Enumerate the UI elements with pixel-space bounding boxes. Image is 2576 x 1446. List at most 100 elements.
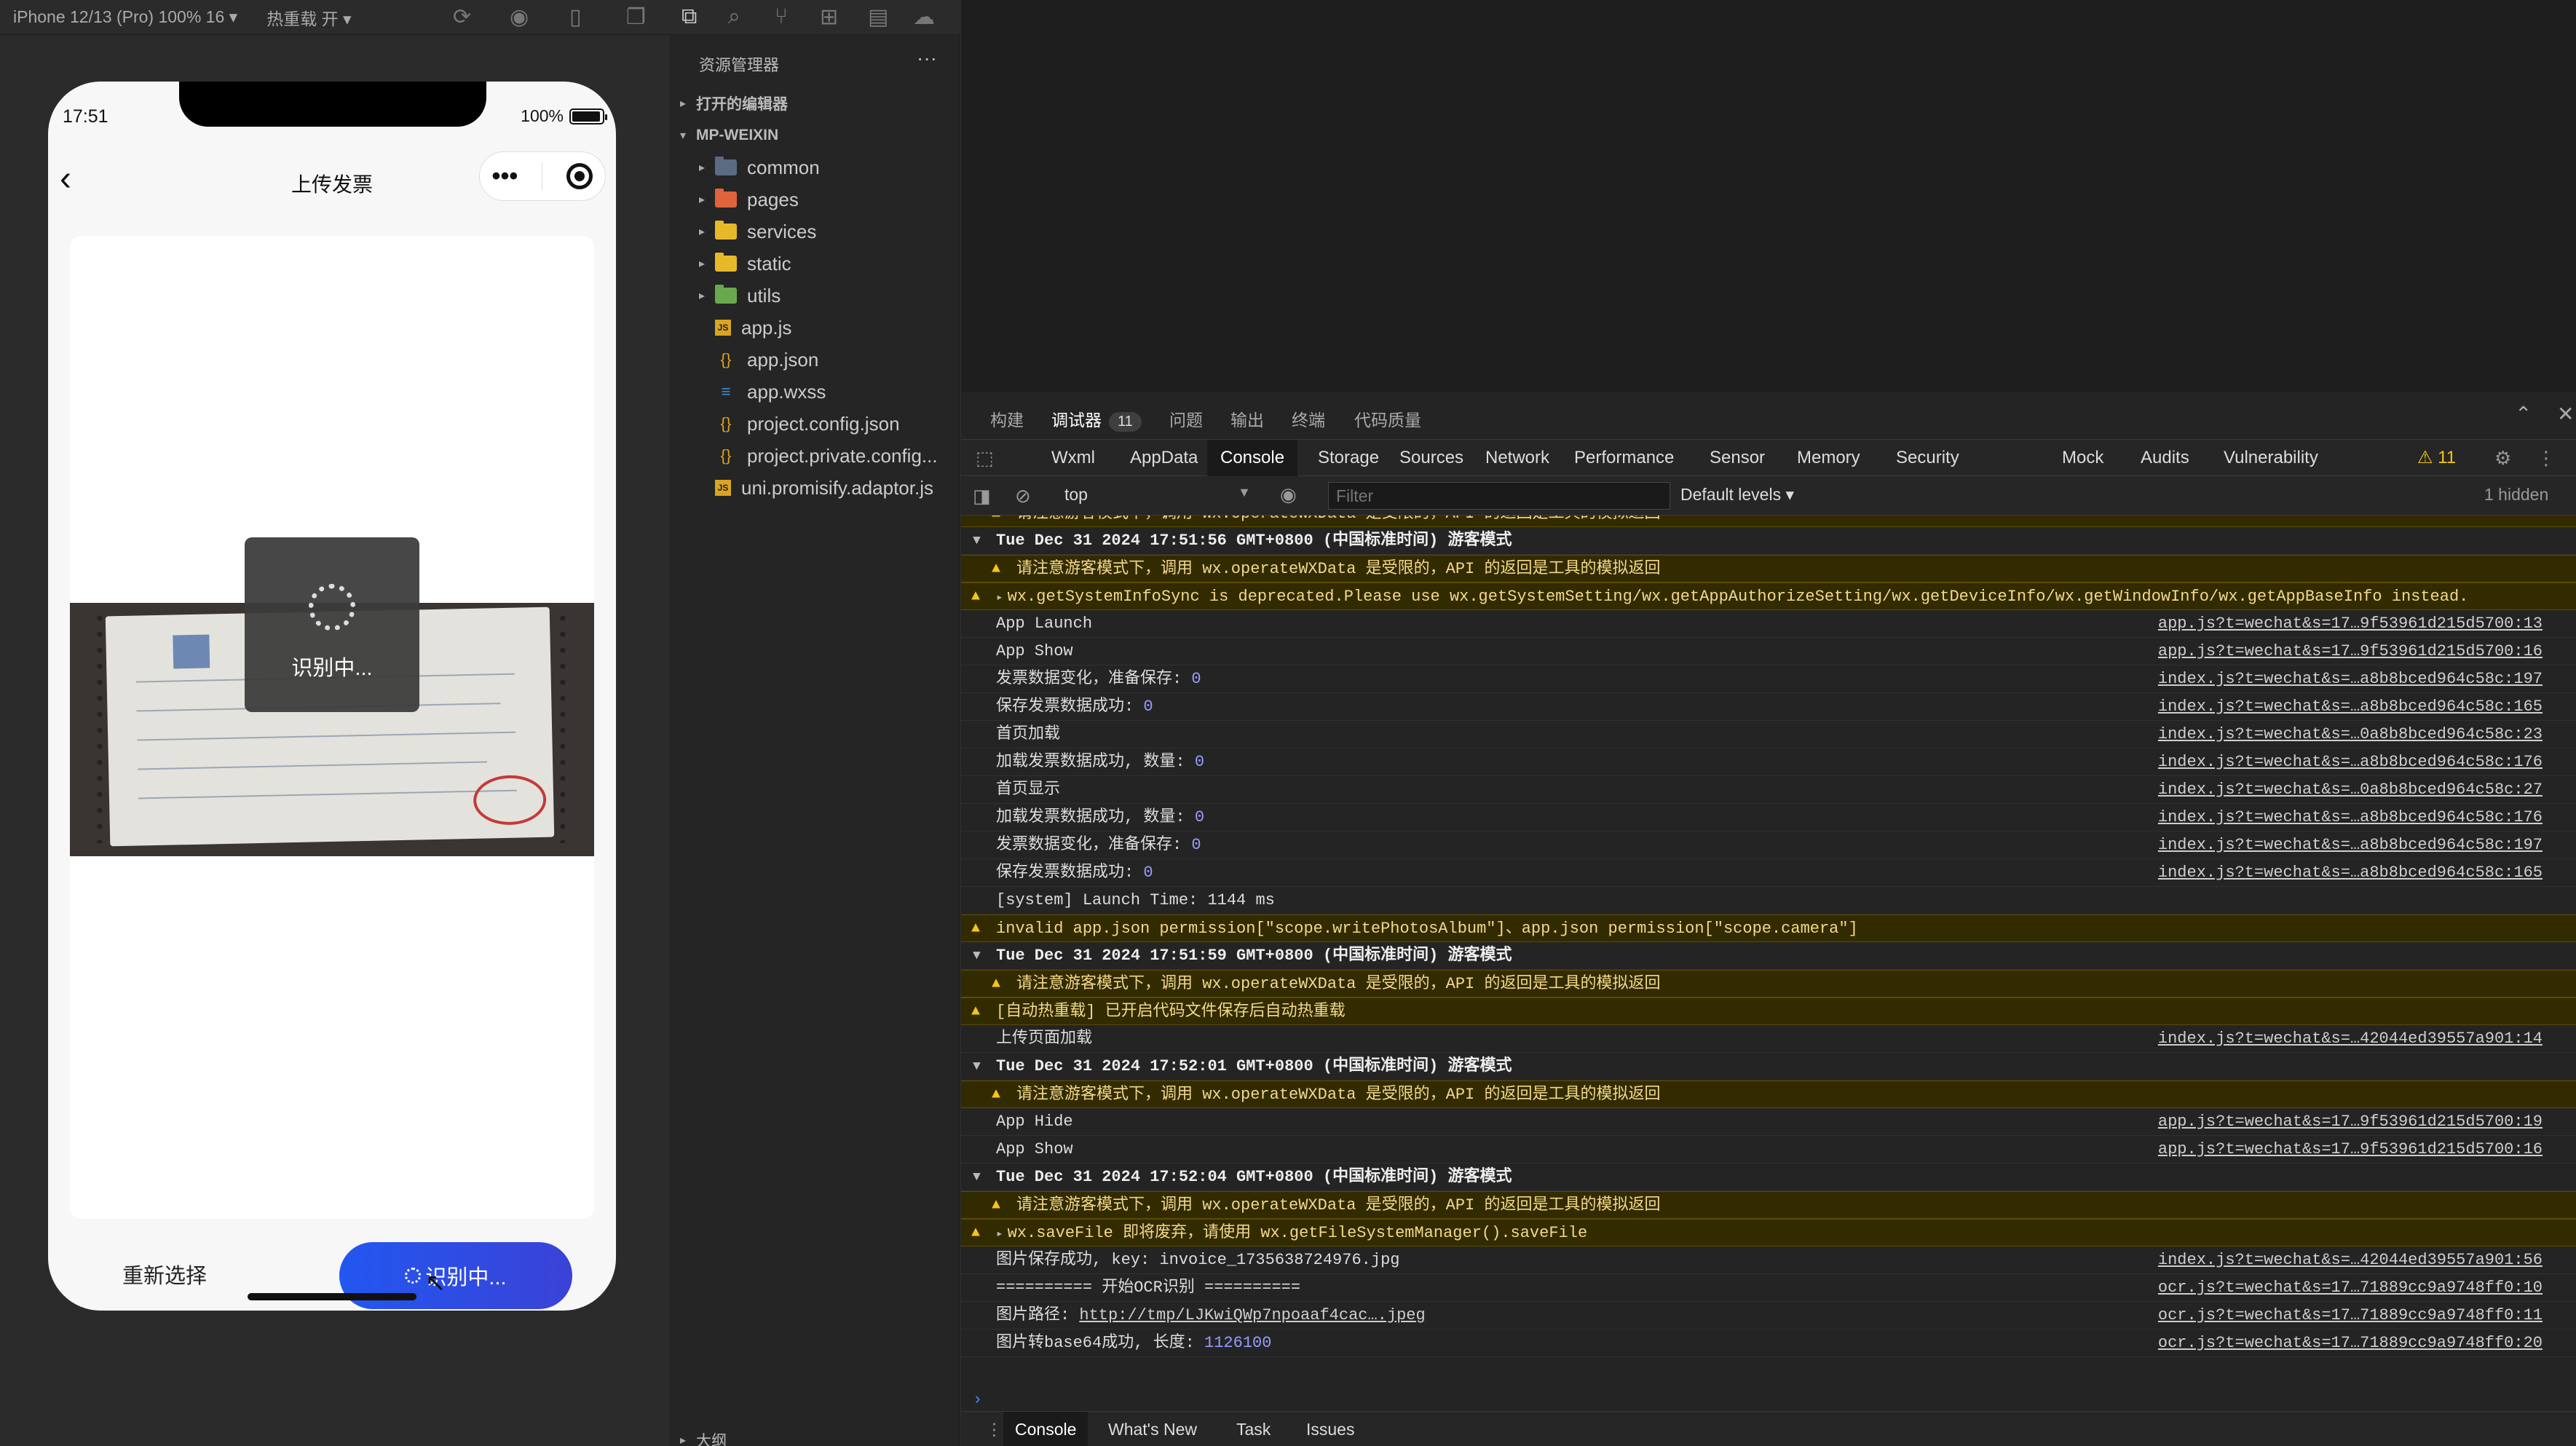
tab-build[interactable]: 构建 bbox=[990, 406, 1024, 431]
source-link[interactable]: index.js?t=wechat&s=…a8b8bced964c58c:165 bbox=[2158, 693, 2543, 721]
tab-audits[interactable]: Audits bbox=[2127, 440, 2202, 476]
record-icon[interactable]: ◉ bbox=[510, 4, 529, 30]
caret-down-icon[interactable]: ▼ bbox=[973, 527, 981, 555]
close-icon[interactable]: ✕ bbox=[2557, 402, 2574, 426]
console-group-header[interactable]: ▼ Tue Dec 31 2024 17:51:59 GMT+0800 (中国标准… bbox=[961, 942, 2576, 970]
tab-terminal[interactable]: 终端 bbox=[1292, 406, 1325, 431]
tab-console[interactable]: Console bbox=[1207, 440, 1298, 476]
tab-vulnerability[interactable]: Vulnerability bbox=[2210, 440, 2331, 476]
clear-console-icon[interactable]: ⊘ bbox=[1015, 485, 1031, 507]
folder-item[interactable]: ▸ pages bbox=[670, 183, 960, 216]
kebab-menu-icon[interactable]: ⋮ bbox=[2537, 447, 2556, 470]
file-item[interactable]: ≡ app.wxss bbox=[670, 376, 960, 408]
branch-icon[interactable]: ⑂ bbox=[775, 4, 788, 29]
tab-output[interactable]: 输出 bbox=[1230, 406, 1264, 431]
caret-down-icon[interactable]: ▼ bbox=[973, 942, 981, 970]
tab-security[interactable]: Security bbox=[1883, 440, 1972, 476]
console-warning[interactable]: ▲ ▸ wx.getSystemInfoSync is deprecated.Ple… bbox=[961, 582, 2576, 610]
source-link[interactable]: app.js?t=wechat&s=17…9f53961d215d5700:19 bbox=[2158, 1108, 2543, 1136]
layout-icon[interactable]: ▤ bbox=[868, 4, 888, 30]
console-message: 发票数据变化，准备保存: 0 bbox=[996, 665, 1201, 693]
file-item[interactable]: {} project.config.json bbox=[670, 408, 960, 440]
source-link[interactable]: index.js?t=wechat&s=…42044ed39557a901:56 bbox=[2158, 1247, 2543, 1274]
folder-item[interactable]: ▸ static bbox=[670, 248, 960, 280]
drawer-tab-task[interactable]: Task bbox=[1225, 1412, 1282, 1446]
tab-performance[interactable]: Performance bbox=[1561, 440, 1687, 476]
source-link[interactable]: app.js?t=wechat&s=17…9f53961d215d5700:13 bbox=[2158, 610, 2543, 638]
source-link[interactable]: app.js?t=wechat&s=17…9f53961d215d5700:16 bbox=[2158, 1136, 2543, 1163]
drawer-tab-whats-new[interactable]: What's New bbox=[1097, 1412, 1209, 1446]
caret-right-icon[interactable]: ▸ bbox=[996, 1228, 1003, 1241]
filter-input[interactable] bbox=[1328, 482, 1670, 510]
console-text: wx.getSystemInfoSync is deprecated.Pleas… bbox=[1007, 588, 2469, 606]
tab-wxml[interactable]: Wxml bbox=[1038, 440, 1108, 476]
project-section[interactable]: ▾ MP-WEIXIN bbox=[670, 119, 960, 151]
source-link[interactable]: index.js?t=wechat&s=…a8b8bced964c58c:197 bbox=[2158, 831, 2543, 859]
console-group-header[interactable]: ▼ Tue Dec 31 2024 17:52:01 GMT+0800 (中国标准… bbox=[961, 1053, 2576, 1080]
source-link[interactable]: index.js?t=wechat&s=…42044ed39557a901:14 bbox=[2158, 1025, 2543, 1053]
devtools-panel: 构建 调试器 11 问题 输出 终端 代码质量 ⌃ ✕ ⬚ Wxml AppDat… bbox=[961, 392, 2576, 1446]
outline-section[interactable]: ▸ 大纲 bbox=[670, 1424, 960, 1446]
tab-sources[interactable]: Sources bbox=[1386, 440, 1477, 476]
file-item[interactable]: {} project.private.config... bbox=[670, 440, 960, 472]
source-link[interactable]: index.js?t=wechat&s=…a8b8bced964c58c:176 bbox=[2158, 748, 2543, 776]
sidebar-toggle-icon[interactable]: ◨ bbox=[973, 485, 991, 507]
inspect-icon[interactable]: ⬚ bbox=[976, 447, 994, 470]
folder-item[interactable]: ▸ common bbox=[670, 151, 960, 183]
folder-item[interactable]: ▸ utils bbox=[670, 280, 960, 312]
file-item[interactable]: {} app.json bbox=[670, 344, 960, 376]
source-link[interactable]: index.js?t=wechat&s=…0a8b8bced964c58c:23 bbox=[2158, 721, 2543, 748]
drawer-tab-console[interactable]: Console bbox=[1003, 1412, 1089, 1446]
source-link[interactable]: app.js?t=wechat&s=17…9f53961d215d5700:16 bbox=[2158, 638, 2543, 665]
tab-appdata[interactable]: AppData bbox=[1117, 440, 1211, 476]
caret-down-icon[interactable]: ▼ bbox=[973, 1163, 981, 1191]
open-editors-section[interactable]: ▸ 打开的编辑器 bbox=[670, 87, 960, 119]
source-link[interactable]: ocr.js?t=wechat&s=17…71889cc9a9748ff0:11 bbox=[2158, 1302, 2543, 1330]
console-group-header[interactable]: ▼ Tue Dec 31 2024 17:51:56 GMT+0800 (中国标准… bbox=[961, 527, 2576, 555]
source-link[interactable]: index.js?t=wechat&s=…a8b8bced964c58c:197 bbox=[2158, 665, 2543, 693]
source-link[interactable]: index.js?t=wechat&s=…a8b8bced964c58c:165 bbox=[2158, 859, 2543, 887]
warning-count[interactable]: ⚠ 11 bbox=[2404, 440, 2469, 476]
extensions-icon[interactable]: ⊞ bbox=[820, 4, 838, 30]
console-link[interactable]: http://tmp/LJKwiQWp7npoaaf4cac….jpeg bbox=[1079, 1306, 1425, 1324]
caret-down-icon[interactable]: ▼ bbox=[973, 1053, 981, 1080]
tab-network[interactable]: Network bbox=[1472, 440, 1562, 476]
levels-select[interactable]: Default levels ▾ bbox=[1680, 485, 1794, 505]
refresh-icon[interactable]: ⟳ bbox=[453, 4, 471, 30]
folder-item[interactable]: ▸ services bbox=[670, 216, 960, 248]
file-item[interactable]: JS uni.promisify.adaptor.js bbox=[670, 472, 960, 504]
gear-icon[interactable]: ⚙ bbox=[2494, 447, 2511, 470]
files-icon[interactable]: ⧉ bbox=[681, 4, 697, 29]
source-link[interactable]: index.js?t=wechat&s=…a8b8bced964c58c:176 bbox=[2158, 804, 2543, 831]
collapse-icon[interactable]: ⌃ bbox=[2515, 402, 2532, 426]
source-link[interactable]: ocr.js?t=wechat&s=17…71889cc9a9748ff0:10 bbox=[2158, 1274, 2543, 1302]
docker-icon[interactable]: ☁ bbox=[913, 4, 935, 30]
tab-debugger[interactable]: 调试器 11 bbox=[1051, 406, 1142, 432]
device-select[interactable]: iPhone 12/13 (Pro) 100% 16 ▾ bbox=[13, 7, 237, 27]
hot-reload-toggle[interactable]: 热重载 开 ▾ bbox=[266, 5, 351, 30]
search-icon[interactable]: ⌕ bbox=[728, 4, 740, 29]
console-text: Tue Dec 31 2024 17:51:56 GMT+0800 (中国标准时… bbox=[996, 532, 1512, 550]
window-icon[interactable]: ❐ bbox=[626, 4, 646, 30]
caret-right-icon[interactable]: ▸ bbox=[996, 591, 1003, 604]
console-prompt-icon[interactable]: › bbox=[973, 1391, 982, 1409]
console-warning[interactable]: ▲ ▸ wx.saveFile 即将废弃，请使用 wx.getFileSystemM… bbox=[961, 1219, 2576, 1247]
tab-memory[interactable]: Memory bbox=[1784, 440, 1873, 476]
drawer-tab-issues[interactable]: Issues bbox=[1295, 1412, 1366, 1446]
tab-mock[interactable]: Mock bbox=[2049, 440, 2117, 476]
source-link[interactable]: ocr.js?t=wechat&s=17…71889cc9a9748ff0:20 bbox=[2158, 1330, 2543, 1357]
tab-sensor[interactable]: Sensor bbox=[1696, 440, 1778, 476]
file-item[interactable]: JS app.js bbox=[670, 312, 960, 344]
context-select[interactable]: top bbox=[1064, 485, 1088, 505]
close-target-icon[interactable] bbox=[566, 163, 593, 189]
more-icon[interactable]: ··· bbox=[917, 47, 937, 70]
phone-icon[interactable]: ▯ bbox=[569, 4, 582, 30]
console-group-header[interactable]: ▼ Tue Dec 31 2024 17:52:04 GMT+0800 (中国标准… bbox=[961, 1163, 2576, 1191]
tab-problems[interactable]: 问题 bbox=[1169, 406, 1203, 431]
tab-code-quality[interactable]: 代码质量 bbox=[1354, 406, 1421, 431]
source-link[interactable]: index.js?t=wechat&s=…0a8b8bced964c58c:27 bbox=[2158, 776, 2543, 804]
more-dots-icon[interactable]: ••• bbox=[492, 162, 518, 191]
eye-icon[interactable]: ◉ bbox=[1280, 483, 1297, 506]
reselect-button[interactable]: 重新选择 bbox=[99, 1257, 230, 1292]
tab-storage[interactable]: Storage bbox=[1305, 440, 1392, 476]
